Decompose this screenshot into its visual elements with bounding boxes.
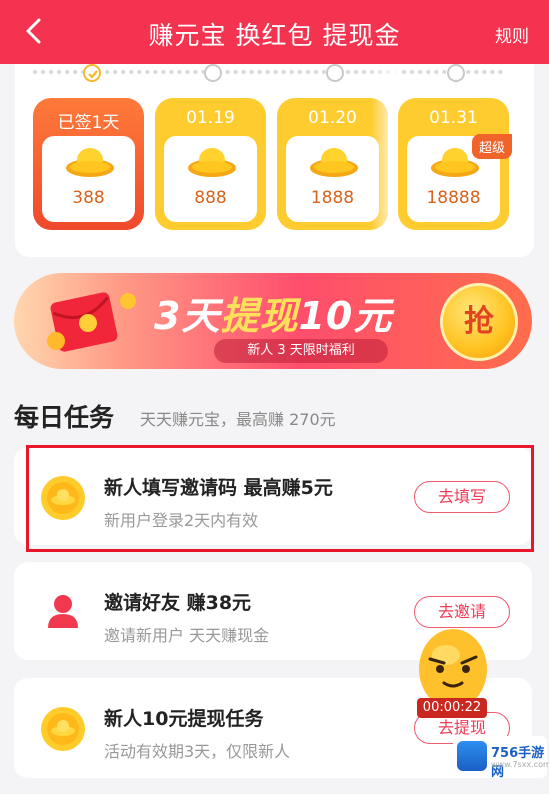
task-desc: 活动有效期3天，仅限新人 bbox=[104, 742, 291, 761]
red-envelope-icon bbox=[47, 292, 136, 352]
banner-title-highlight: 提现 bbox=[220, 294, 299, 338]
user-icon bbox=[48, 595, 78, 628]
banner-title: 3天提现10元 bbox=[154, 285, 392, 340]
banner-subtitle: 新人 3 天限时福利 bbox=[214, 339, 388, 363]
day-amount: 888 bbox=[194, 188, 227, 208]
day-reward: 888 bbox=[164, 136, 257, 222]
page-title: 赚元宝 换红包 提现金 bbox=[148, 21, 401, 50]
grab-button[interactable]: 抢 bbox=[440, 283, 518, 361]
super-badge: 超级 bbox=[471, 134, 512, 159]
day-amount: 388 bbox=[72, 188, 105, 208]
task-title: 新人10元提现任务 bbox=[104, 708, 264, 730]
day-amount: 18888 bbox=[426, 188, 481, 208]
scroll-fade bbox=[371, 54, 399, 257]
withdraw-promo-banner[interactable]: 3天提现10元 新人 3 天限时福利 抢 bbox=[14, 273, 532, 369]
day-label: 已签1天 bbox=[57, 113, 120, 133]
signin-day-card[interactable]: 已签1天 388 bbox=[33, 98, 144, 230]
day-label: 01.31 bbox=[429, 108, 478, 128]
countdown-timer: 00:00:22 bbox=[417, 698, 487, 718]
section-title: 每日任务 bbox=[14, 403, 115, 432]
progress-node bbox=[447, 64, 465, 82]
day-reward: 388 bbox=[42, 136, 135, 222]
gold-ingot-icon bbox=[310, 148, 358, 177]
task-title: 邀请好友 赚38元 bbox=[104, 592, 252, 614]
progress-node bbox=[326, 64, 344, 82]
banner-title-part: 3天 bbox=[154, 294, 221, 338]
check-icon bbox=[83, 64, 101, 82]
watermark-logo-icon bbox=[457, 741, 487, 771]
invite-button[interactable]: 去邀请 bbox=[414, 596, 510, 628]
gold-coin-icon bbox=[41, 707, 85, 751]
signin-calendar: 已签1天 388 01.19 888 01.20 1888 01.31 1888… bbox=[15, 54, 534, 257]
gold-ingot-icon bbox=[188, 148, 236, 177]
rules-link[interactable]: 规则 bbox=[495, 22, 529, 47]
signin-day-card[interactable]: 01.31 18888 超级 bbox=[398, 98, 512, 230]
day-amount: 1888 bbox=[310, 188, 355, 208]
signin-day-card[interactable]: 01.19 888 bbox=[155, 98, 266, 230]
top-bar: 赚元宝 换红包 提现金 规则 bbox=[0, 0, 549, 64]
site-watermark: 756手游网 www.7sxx.com bbox=[453, 736, 549, 780]
gold-ingot-icon bbox=[66, 148, 114, 177]
progress-node bbox=[204, 64, 222, 82]
progress-track bbox=[33, 70, 503, 74]
watermark-url: www.7sxx.com bbox=[491, 760, 549, 769]
highlight-frame bbox=[26, 445, 534, 552]
task-desc: 邀请新用户 天天赚现金 bbox=[104, 626, 270, 645]
section-subtitle: 天天赚元宝，最高赚 270元 bbox=[140, 410, 336, 429]
day-reward: 1888 bbox=[286, 136, 379, 222]
banner-title-part: 10元 bbox=[298, 294, 393, 338]
day-label: 01.19 bbox=[186, 108, 235, 128]
